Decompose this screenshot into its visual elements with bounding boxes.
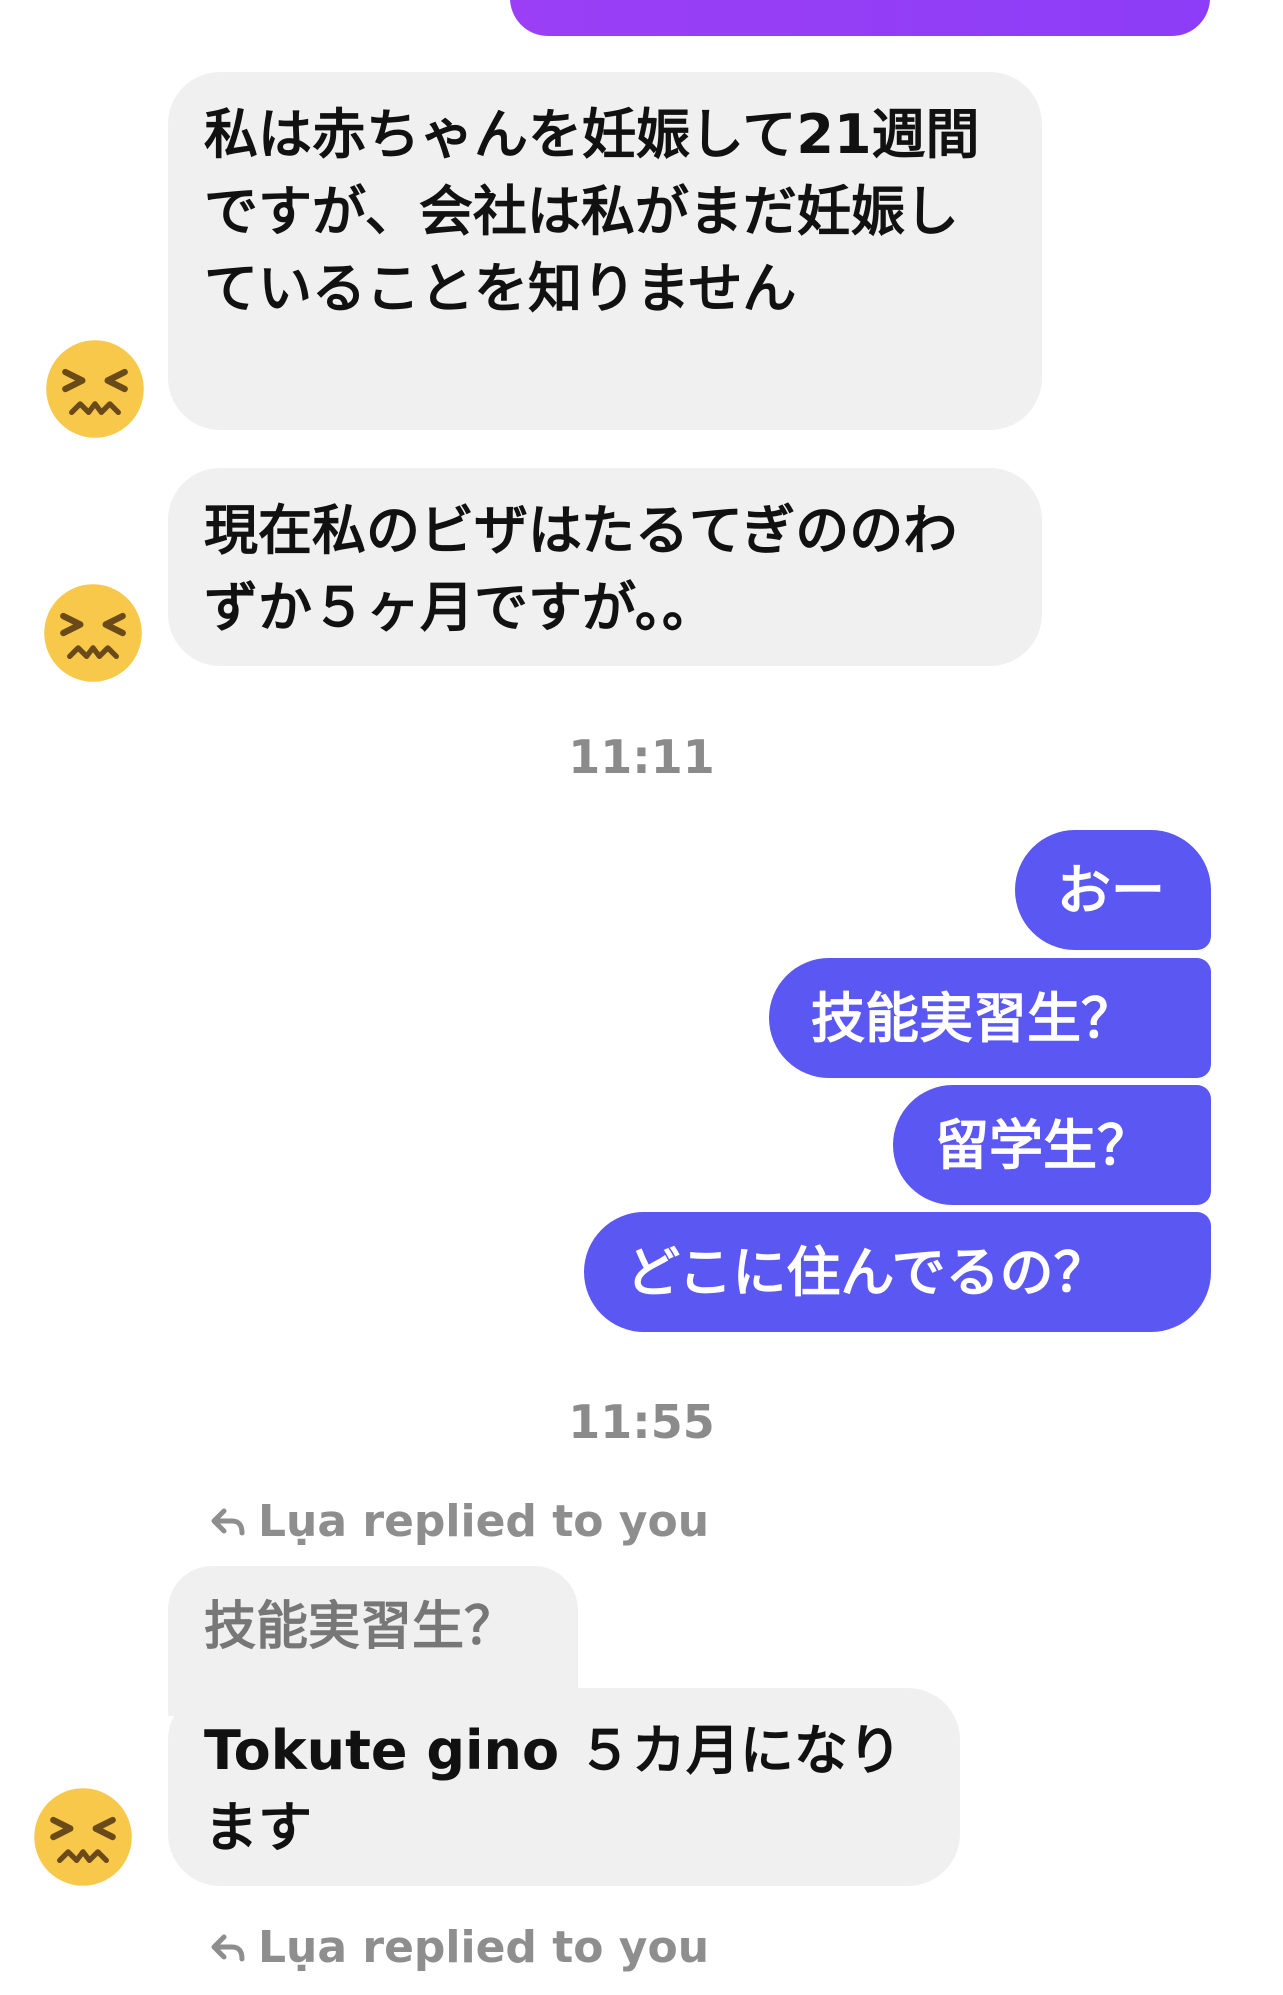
sender-avatar[interactable]	[40, 580, 146, 686]
reply-indicator: Lụa replied to you	[210, 1922, 709, 1973]
message-text: おー	[1057, 859, 1165, 922]
outgoing-message-bubble[interactable]: 技能実習生？	[769, 958, 1211, 1078]
confounded-face-emoji-icon	[34, 1788, 132, 1886]
message-text: 現在私のビザはたるてぎののわずか５ヶ月ですが。。	[204, 499, 958, 639]
quoted-message-text: 技能実習生？	[204, 1597, 517, 1657]
outgoing-message-bubble[interactable]: 留学生？	[893, 1085, 1211, 1205]
outgoing-message-bubble-partial[interactable]	[510, 0, 1210, 36]
outgoing-message-bubble[interactable]: おー	[1015, 830, 1211, 950]
confounded-face-emoji-icon	[46, 340, 144, 438]
incoming-message-bubble[interactable]: 現在私のビザはたるてぎののわずか５ヶ月ですが。。	[168, 468, 1042, 666]
outgoing-message-bubble[interactable]: どこに住んでるの？	[584, 1212, 1211, 1332]
reply-arrow-icon	[211, 1934, 245, 1961]
message-text: どこに住んでるの？	[626, 1241, 1108, 1304]
message-text: Tokute gino ５カ月になります	[204, 1719, 902, 1859]
incoming-message-bubble[interactable]: 私は赤ちゃんを妊娠して21週間ですが、会社は私がまだ妊娠していることを知りません	[168, 72, 1042, 430]
message-text: 技能実習生？	[811, 987, 1135, 1050]
reply-indicator-text: Lụa replied to you	[258, 1496, 710, 1547]
sender-avatar[interactable]	[30, 1784, 136, 1890]
timestamp: 11:55	[568, 1395, 715, 1449]
confounded-face-emoji-icon	[44, 584, 142, 682]
reply-arrow-icon	[211, 1508, 245, 1535]
message-text: 私は赤ちゃんを妊娠して21週間ですが、会社は私がまだ妊娠していることを知りません	[204, 103, 980, 320]
timestamp: 11:11	[568, 730, 715, 784]
incoming-message-bubble[interactable]: Tokute gino ５カ月になります	[168, 1688, 960, 1886]
reply-indicator: Lụa replied to you	[210, 1496, 709, 1547]
sender-avatar[interactable]	[42, 336, 148, 442]
message-text: 留学生？	[935, 1114, 1151, 1177]
reply-indicator-text: Lụa replied to you	[258, 1922, 710, 1973]
